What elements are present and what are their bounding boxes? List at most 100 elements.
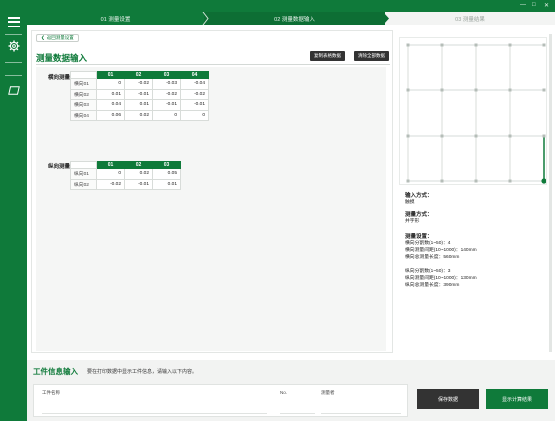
value-cell[interactable]: 0 (152, 109, 181, 121)
workpiece-name-label: 工件名称 (42, 390, 60, 395)
row-header: 纵向02 (70, 178, 97, 190)
value-cell[interactable]: 0.01 (124, 99, 153, 111)
measurement-diagram (399, 37, 547, 185)
value-cell[interactable]: -0.01 (152, 99, 181, 111)
step-arrow-icon (202, 12, 209, 25)
value-cell[interactable]: 0.04 (96, 99, 125, 111)
value-cell[interactable]: 0.06 (96, 109, 125, 121)
data-input-panel: ❮ 返回测量设置 测量数据输入 复制表格数据 清除全部数据 横向测量 01 02… (31, 30, 393, 353)
row-header: 横向04 (70, 109, 97, 121)
chevron-left-icon: ❮ (41, 35, 45, 40)
info-settings: 测量设置： 横向分割数(1~50)：4 横向测量间距(10~1000)：140m… (405, 232, 477, 289)
settings-line: 横向总测量长度：560mm (405, 255, 460, 260)
measure-method-label: 测量方式： (405, 212, 433, 218)
value-cell[interactable]: -0.02 (152, 88, 181, 100)
gear-icon[interactable] (7, 40, 20, 52)
value-cell[interactable]: 0.02 (124, 109, 153, 121)
value-cell[interactable]: 0.01 (96, 88, 125, 100)
input-method-value: 触摸 (405, 200, 415, 205)
settings-line: 纵向总测量长度：390mm (405, 283, 460, 288)
horizontal-table: 01 02 03 04 横向01 0 -0.02 -0.03 -0.04 横向0… (70, 71, 209, 121)
value-cell[interactable]: -0.03 (152, 78, 181, 90)
page-title: 测量数据输入 (36, 53, 88, 63)
clear-all-button[interactable]: 清除全部数据 (354, 51, 389, 61)
show-result-button[interactable]: 显示计算结果 (486, 389, 548, 409)
workpiece-name-field[interactable] (42, 398, 267, 414)
workpiece-no-field[interactable] (280, 398, 315, 414)
column-header: 01 (96, 161, 125, 169)
table-row: 横向02 0.01 -0.01 -0.02 -0.02 (70, 88, 209, 100)
vertical-table: 01 02 03 纵向01 0 0.02 0.05 纵向02 -0.02 -0.… (70, 161, 181, 190)
value-cell[interactable]: -0.01 (124, 88, 153, 100)
input-method-label: 输入方式： (405, 193, 433, 199)
table-area: 横向测量 01 02 03 04 横向01 0 -0.02 -0.03 -0.0… (36, 67, 386, 351)
sidebar-divider (5, 34, 22, 35)
step-measure-settings[interactable]: 01 测量设置 (27, 12, 204, 25)
settings-line: 横向分割数(1~50)：4 (405, 241, 451, 246)
value-cell[interactable]: 0.02 (124, 168, 153, 180)
column-header: 01 (96, 71, 125, 79)
column-header: 02 (124, 161, 153, 169)
value-cell[interactable]: -0.01 (180, 99, 209, 111)
table-row: 纵向02 -0.02 -0.01 0.01 (70, 178, 181, 190)
value-cell[interactable]: -0.04 (180, 78, 209, 90)
workpiece-no-label: No. (280, 390, 288, 395)
column-header: 03 (152, 161, 181, 169)
table-row: 横向01 0 -0.02 -0.03 -0.04 (70, 78, 209, 90)
operator-field[interactable] (321, 398, 401, 414)
workpiece-icon[interactable] (7, 84, 20, 96)
row-header: 纵向01 (70, 168, 97, 180)
value-cell[interactable]: -0.02 (96, 178, 125, 190)
table-row: 横向03 0.04 0.01 -0.01 -0.01 (70, 99, 209, 111)
save-data-button[interactable]: 保存数据 (417, 389, 479, 409)
step-arrow-icon (383, 12, 389, 25)
close-button[interactable]: ✕ (544, 2, 549, 9)
workpiece-title: 工件信息输入 (33, 367, 78, 376)
back-button-label: 返回测量设置 (46, 35, 74, 40)
table-row: 横向04 0.06 0.02 0 0 (70, 109, 209, 121)
operator-label: 测量者 (321, 390, 335, 395)
step-measure-result[interactable]: 03 测量结果 (385, 12, 555, 25)
info-input-method: 输入方式： 触摸 (405, 191, 433, 206)
maximize-button[interactable]: □ (532, 2, 536, 8)
value-cell[interactable]: -0.02 (180, 88, 209, 100)
sidebar (0, 0, 27, 421)
vertical-label: 纵向测量 (48, 164, 71, 170)
row-header: 横向02 (70, 88, 97, 100)
top-bar: — □ ✕ 01 测量设置 02 测量数据输入 03 测量结果 (27, 0, 555, 25)
column-header: 04 (180, 71, 209, 79)
back-button[interactable]: ❮ 返回测量设置 (36, 34, 79, 42)
measure-method-value: 井字形 (405, 219, 420, 224)
horizontal-label: 横向测量 (48, 75, 71, 81)
workpiece-description: 要在打印数据中显示工件信息，请输入以下内容。 (87, 369, 198, 375)
measurement-grid-diagram (406, 43, 547, 184)
value-cell[interactable]: -0.01 (124, 178, 153, 190)
workpiece-form: 工件名称 No. 测量者 (33, 384, 408, 417)
title-divider (36, 64, 390, 65)
workpiece-section: 工件信息输入 要在打印数据中显示工件信息，请输入以下内容。 工件名称 No. 测… (27, 360, 555, 421)
value-cell[interactable]: -0.02 (124, 78, 153, 90)
column-header: 03 (152, 71, 181, 79)
row-header: 横向01 (70, 78, 97, 90)
copy-table-button[interactable]: 复制表格数据 (310, 51, 345, 61)
settings-line: 纵向分割数(1~50)：3 (405, 269, 451, 274)
table-corner (70, 161, 97, 169)
value-cell[interactable]: 0 (180, 109, 209, 121)
scrollbar[interactable] (549, 34, 552, 352)
row-header: 横向03 (70, 99, 97, 111)
menu-icon[interactable] (7, 17, 20, 27)
value-cell[interactable]: 0 (96, 78, 125, 90)
table-corner (70, 71, 97, 79)
sidebar-divider (5, 75, 22, 76)
sidebar-divider (5, 62, 22, 63)
step-data-input[interactable]: 02 测量数据输入 (204, 12, 385, 25)
value-cell[interactable]: 0.01 (152, 178, 181, 190)
value-cell[interactable]: 0.05 (152, 168, 181, 180)
minimize-button[interactable]: — (520, 2, 526, 8)
value-cell[interactable]: 0 (96, 168, 125, 180)
settings-line: 横向测量间距(10~1000)：140mm (405, 248, 477, 253)
settings-label: 测量设置： (405, 234, 433, 240)
table-row: 纵向01 0 0.02 0.05 (70, 168, 181, 180)
settings-line: 纵向测量间距(10~1000)：130mm (405, 276, 477, 281)
column-header: 02 (124, 71, 153, 79)
